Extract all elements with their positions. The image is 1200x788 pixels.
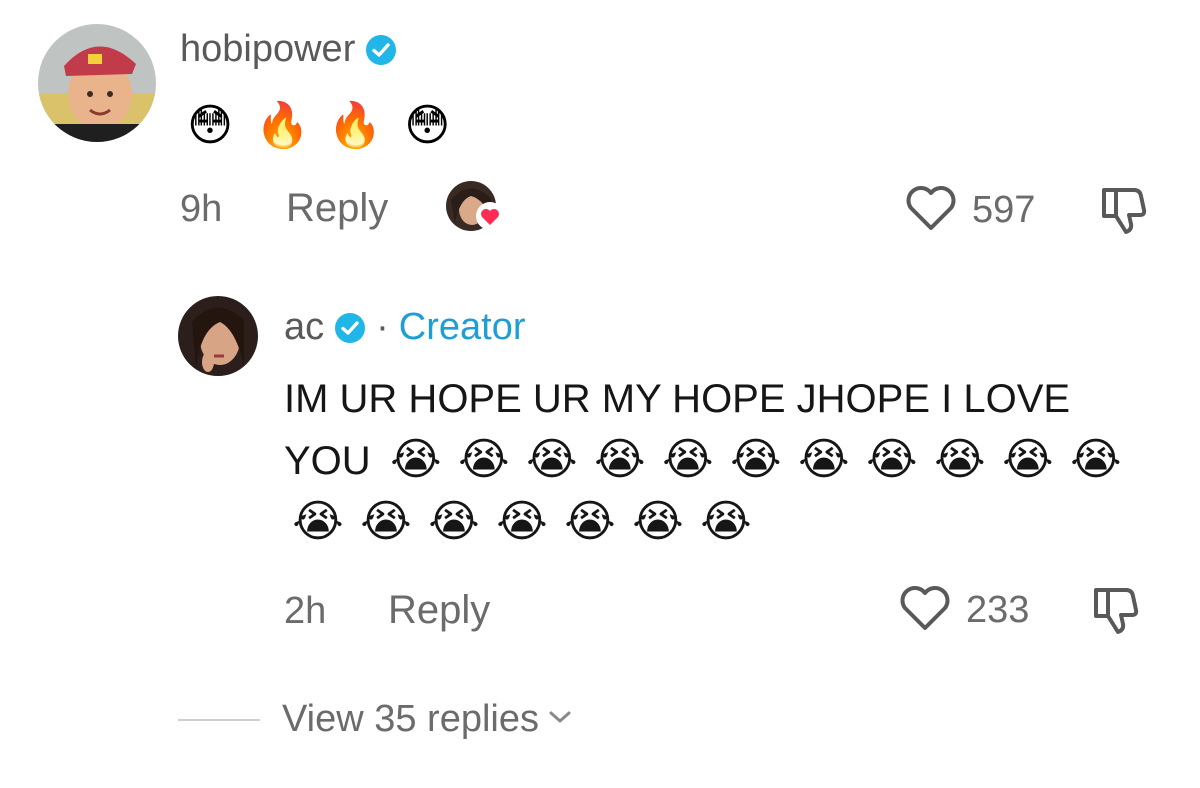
verified-check-icon <box>334 312 366 344</box>
comment-text: 😳 🔥 🔥 😳 <box>176 104 461 148</box>
loudly-crying-face-emoji: 😭 <box>360 497 412 546</box>
comment-timestamp: 9h <box>180 188 223 230</box>
thumbs-down-icon[interactable] <box>1088 582 1142 641</box>
loudly-crying-face-emoji: 😭 <box>632 497 684 546</box>
loudly-crying-face-emoji: 😭 <box>700 497 752 546</box>
loudly-crying-face-emoji: 😭 <box>730 435 782 484</box>
like-button[interactable]: 597 <box>904 184 1035 237</box>
reply-button[interactable]: Reply <box>286 186 388 231</box>
fire-emoji: 🔥 <box>327 101 383 150</box>
heart-badge-icon <box>475 202 505 235</box>
liked-by-creator-badge <box>445 180 507 234</box>
heart-outline-icon[interactable] <box>898 584 952 637</box>
loudly-crying-face-emoji: 😭 <box>564 497 616 546</box>
loudly-crying-face-emoji: 😭 <box>594 435 646 484</box>
like-count: 597 <box>972 189 1036 231</box>
flushed-face-emoji: 😳 <box>404 101 451 150</box>
like-button[interactable]: 233 <box>898 584 1029 637</box>
reply-text: IM UR HOPE UR MY HOPE JHOPE I LOVE YOU 😭… <box>284 368 1144 554</box>
creator-username[interactable]: ac <box>284 306 324 349</box>
loudly-crying-face-emoji: 😭 <box>390 435 442 484</box>
heart-outline-icon[interactable] <box>904 184 958 237</box>
fire-emoji: 🔥 <box>255 101 310 150</box>
loudly-crying-face-emoji: 😭 <box>496 497 548 546</box>
creator-avatar[interactable] <box>178 296 258 376</box>
view-replies-button[interactable]: View 35 replies <box>282 698 539 741</box>
loudly-crying-face-emoji: 😭 <box>1002 435 1054 484</box>
reply-button[interactable]: Reply <box>388 588 490 633</box>
loudly-crying-face-emoji: 😭 <box>798 435 850 484</box>
separator-dot: · <box>376 306 389 348</box>
loudly-crying-face-emoji: 😭 <box>292 497 344 546</box>
crying-emoji-group: 😭 😭 😭 😭 😭 😭 😭 😭 😭 😭 😭 😭 😭 😭 😭 😭 😭 😭 <box>284 435 1130 546</box>
loudly-crying-face-emoji: 😭 <box>428 497 480 546</box>
loudly-crying-face-emoji: 😭 <box>934 435 986 484</box>
creator-badge: Creator <box>398 306 526 348</box>
flushed-face-emoji: 😳 <box>187 101 233 150</box>
loudly-crying-face-emoji: 😭 <box>662 435 714 484</box>
loudly-crying-face-emoji: 😭 <box>526 435 578 484</box>
verified-check-icon <box>365 34 397 66</box>
loudly-crying-face-emoji: 😭 <box>458 435 510 484</box>
chevron-down-icon[interactable] <box>547 708 573 731</box>
divider-line <box>178 718 260 721</box>
loudly-crying-face-emoji: 😭 <box>866 435 918 484</box>
commenter-avatar[interactable] <box>38 24 156 142</box>
like-count: 233 <box>966 589 1030 631</box>
view-replies-row[interactable]: View 35 replies <box>178 698 573 741</box>
loudly-crying-face-emoji: 😭 <box>1070 435 1122 484</box>
thumbs-down-icon[interactable] <box>1096 182 1150 241</box>
commenter-username[interactable]: hobipower <box>180 28 355 71</box>
reply-timestamp: 2h <box>284 590 327 632</box>
